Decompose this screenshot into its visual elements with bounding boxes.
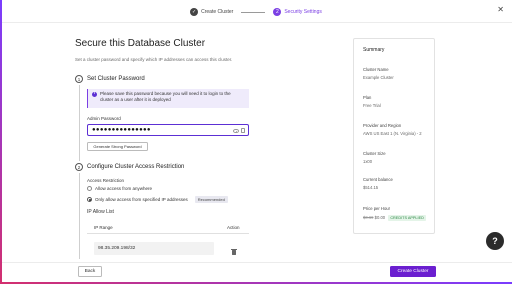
credits-applied-badge: CREDITS APPLIED [388, 215, 426, 221]
step-label: Create Cluster [201, 9, 234, 15]
password-label: Admin Password [87, 116, 121, 121]
close-icon[interactable]: ✕ [497, 6, 504, 14]
summary-title: Summary [363, 47, 385, 53]
footer-divider [2, 262, 512, 263]
step-connector [241, 11, 266, 13]
step-label: Security Settings [284, 9, 322, 15]
password-value: ●●●●●●●●●●●●●●● [92, 127, 151, 133]
password-info-callout: i Please save this password because you … [87, 89, 249, 108]
section-title-password: Set Cluster Password [87, 76, 145, 82]
page-description: Set a cluster password and specify which… [75, 57, 233, 62]
ip-table-header: IP Range Action [87, 222, 249, 234]
plan-label: Plan [363, 95, 372, 100]
radio-allow-anywhere[interactable]: Allow access from anywhere [87, 186, 152, 191]
cluster-name-value: Example Cluster [363, 75, 394, 80]
section-number-2: 2 [75, 163, 83, 171]
radio-button-selected[interactable] [87, 197, 92, 202]
radio-button[interactable] [87, 186, 92, 191]
header-divider [2, 22, 512, 23]
step-number: 2 [273, 8, 282, 16]
back-button[interactable]: Back [78, 266, 102, 277]
admin-password-field[interactable]: ●●●●●●●●●●●●●●● [87, 124, 249, 136]
generate-password-button[interactable]: Generate Strong Password [87, 142, 148, 151]
page-title: Secure this Database Cluster [75, 38, 206, 49]
step-security-settings[interactable]: 2 Security Settings [273, 8, 322, 16]
price-value: $0.69 $0.00 CREDITS APPLIED [363, 215, 426, 221]
radio-label: Allow access from anywhere [95, 186, 153, 191]
step-create-cluster[interactable]: ✓ Create Cluster [190, 8, 233, 16]
radio-specified-ips[interactable]: Only allow access from specified IP addr… [87, 196, 228, 203]
recommended-badge: Recommended [194, 196, 228, 203]
ip-allow-list-title: IP Allow List [87, 209, 114, 215]
check-icon: ✓ [190, 8, 199, 16]
summary-card: Summary Cluster Name Example Cluster Pla… [353, 38, 435, 234]
column-action: Action [227, 225, 240, 230]
column-ip-range: IP Range [94, 225, 113, 230]
copy-icon[interactable] [241, 128, 245, 133]
radio-label: Only allow access from specified IP addr… [95, 197, 188, 202]
section-connector-line [79, 173, 80, 259]
cluster-name-label: Cluster Name [363, 67, 389, 72]
password-field-icons [233, 128, 245, 133]
section-connector-line [79, 85, 80, 161]
left-accent-bar [0, 0, 2, 284]
create-cluster-button[interactable]: Create Cluster [390, 266, 436, 277]
balance-value: $514.15 [363, 185, 379, 190]
balance-label: Current balance [363, 177, 393, 182]
help-icon[interactable]: ? [486, 232, 504, 250]
cluster-size-label: Cluster Size [363, 151, 386, 156]
progress-stepper: ✓ Create Cluster 2 Security Settings [0, 6, 512, 18]
section-number-1: 1 [75, 75, 83, 83]
provider-label: Provider and Region [363, 123, 402, 128]
section-title-access: Configure Cluster Access Restriction [87, 164, 185, 170]
ip-range-input[interactable]: 98.35.209.198/32 [94, 242, 214, 255]
trash-icon[interactable] [231, 248, 237, 255]
plan-value: Free Trial [363, 103, 381, 108]
price-label: Price per Hour [363, 206, 390, 211]
eye-icon[interactable] [233, 128, 239, 133]
access-restriction-label: Access Restriction [87, 178, 125, 183]
provider-value: AWS US East 1 (N. Virginia) - 2 [363, 131, 422, 136]
info-text: Please save this password because you wi… [100, 91, 231, 102]
price-new: $0.00 [374, 215, 386, 220]
cluster-size-value: 1x00 [363, 159, 373, 164]
info-icon: i [92, 91, 97, 97]
price-old: $0.69 [363, 215, 374, 220]
